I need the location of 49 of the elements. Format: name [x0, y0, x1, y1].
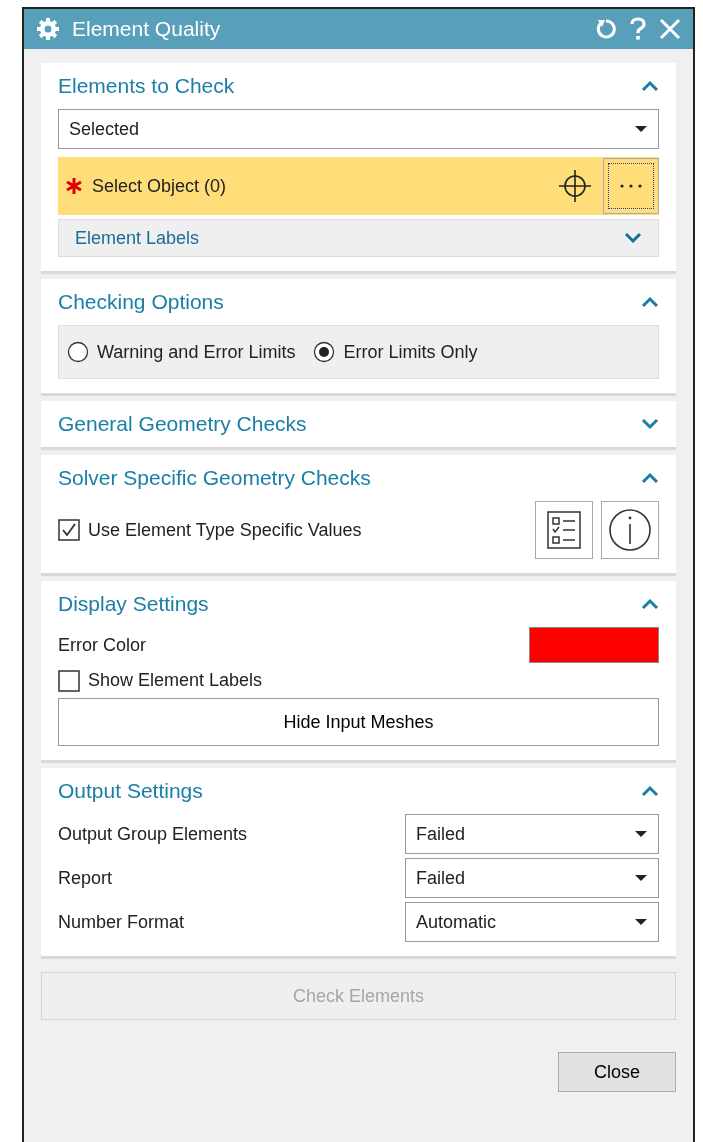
field-label: Number Format	[58, 910, 185, 934]
section-title[interactable]: Elements to Check	[58, 70, 235, 102]
more-button[interactable]	[603, 158, 659, 214]
help-icon[interactable]	[629, 17, 647, 41]
field-label: Output Group Elements	[58, 822, 248, 846]
chevron-up-icon[interactable]	[641, 785, 659, 797]
checkbox-label[interactable]: Use Element Type Specific Values	[88, 516, 362, 544]
field-label: Error Color	[58, 633, 146, 657]
checkbox-icon[interactable]	[58, 669, 80, 692]
checklist-button[interactable]	[535, 501, 593, 559]
field-label: Report	[58, 866, 113, 890]
dropdown-caret-icon	[634, 125, 648, 133]
dropdown-caret-icon	[634, 830, 648, 838]
info-button[interactable]	[601, 501, 659, 559]
section-title[interactable]: Output Settings	[58, 775, 203, 807]
crosshair-icon[interactable]	[557, 168, 593, 204]
selection-row[interactable]: Select Object (0)	[58, 157, 659, 215]
section-title[interactable]: Display Settings	[58, 588, 209, 620]
dropdown-caret-icon	[634, 918, 648, 926]
dropdown-field[interactable]: Failed	[405, 814, 659, 854]
chevron-up-icon[interactable]	[641, 296, 659, 308]
chevron-down-icon[interactable]	[641, 418, 659, 430]
info-icon	[608, 508, 652, 552]
radio-label[interactable]: Error Limits Only	[343, 338, 478, 366]
checklist-icon	[546, 510, 582, 550]
checkbox-checked-icon[interactable]	[58, 519, 80, 541]
section-title[interactable]: Checking Options	[58, 286, 224, 318]
dropdown-field[interactable]: Failed	[405, 858, 659, 898]
section-title[interactable]: General Geometry Checks	[58, 408, 307, 440]
dropdown-field[interactable]: Automatic	[405, 902, 659, 942]
chevron-up-icon[interactable]	[641, 598, 659, 610]
close-icon[interactable]	[659, 18, 681, 40]
radio-selected-icon[interactable]	[313, 341, 336, 363]
window-title: Element Quality	[72, 16, 222, 43]
chevron-down-icon[interactable]	[624, 232, 642, 244]
subgroup-header[interactable]: Element Labels	[58, 219, 659, 257]
radio-icon[interactable]	[67, 341, 89, 363]
reset-icon[interactable]	[595, 18, 617, 40]
ellipsis-icon	[619, 183, 643, 189]
close-button[interactable]: Close	[558, 1052, 676, 1092]
dropdown-caret-icon	[634, 874, 648, 882]
chevron-up-icon[interactable]	[641, 472, 659, 484]
radio-label[interactable]: Warning and Error Limits	[97, 338, 296, 366]
dropdown-field[interactable]: Selected	[58, 109, 659, 149]
hide-meshes-button[interactable]: Hide Input Meshes	[58, 698, 659, 746]
color-swatch[interactable]	[529, 627, 659, 663]
section-title[interactable]: Solver Specific Geometry Checks	[58, 462, 371, 494]
chevron-up-icon[interactable]	[641, 80, 659, 92]
checkbox-label[interactable]: Show Element Labels	[88, 667, 263, 694]
